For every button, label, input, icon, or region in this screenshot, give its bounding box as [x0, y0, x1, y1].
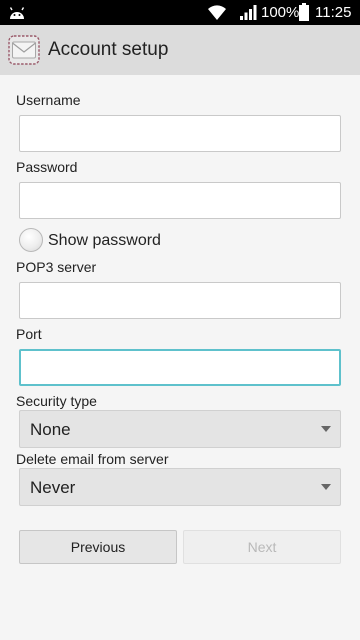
delete-email-value: Never	[30, 478, 76, 497]
email-envelope-icon[interactable]	[8, 35, 40, 65]
next-button[interactable]: Next	[183, 530, 341, 564]
username-field[interactable]	[19, 115, 341, 152]
security-type-label: Security type	[16, 393, 97, 409]
battery-percentage: 100%	[261, 4, 300, 21]
security-type-value: None	[30, 420, 71, 439]
password-field[interactable]	[19, 182, 341, 219]
action-bar: Account setup	[0, 25, 360, 75]
page-title: Account setup	[48, 39, 169, 60]
status-bar: 100% 11:25	[0, 0, 360, 25]
status-time: 11:25	[315, 4, 352, 21]
dropdown-arrow-icon	[321, 426, 331, 432]
pop3-server-label: POP3 server	[16, 259, 97, 275]
delete-email-dropdown[interactable]: Never	[19, 468, 341, 506]
username-label: Username	[16, 92, 81, 108]
password-label: Password	[16, 159, 78, 175]
signal-icon	[240, 5, 257, 20]
show-password-label: Show password	[48, 232, 161, 249]
pop3-server-field[interactable]	[19, 282, 341, 319]
port-label: Port	[16, 326, 42, 342]
delete-email-label: Delete email from server	[16, 451, 169, 467]
dropdown-arrow-icon	[321, 484, 331, 490]
security-type-dropdown[interactable]: None	[19, 410, 341, 448]
port-field[interactable]	[19, 349, 341, 386]
wifi-icon	[208, 5, 226, 20]
show-password-radio[interactable]	[19, 228, 43, 252]
battery-icon	[299, 3, 309, 21]
android-icon	[9, 7, 25, 19]
previous-button[interactable]: Previous	[19, 530, 177, 564]
